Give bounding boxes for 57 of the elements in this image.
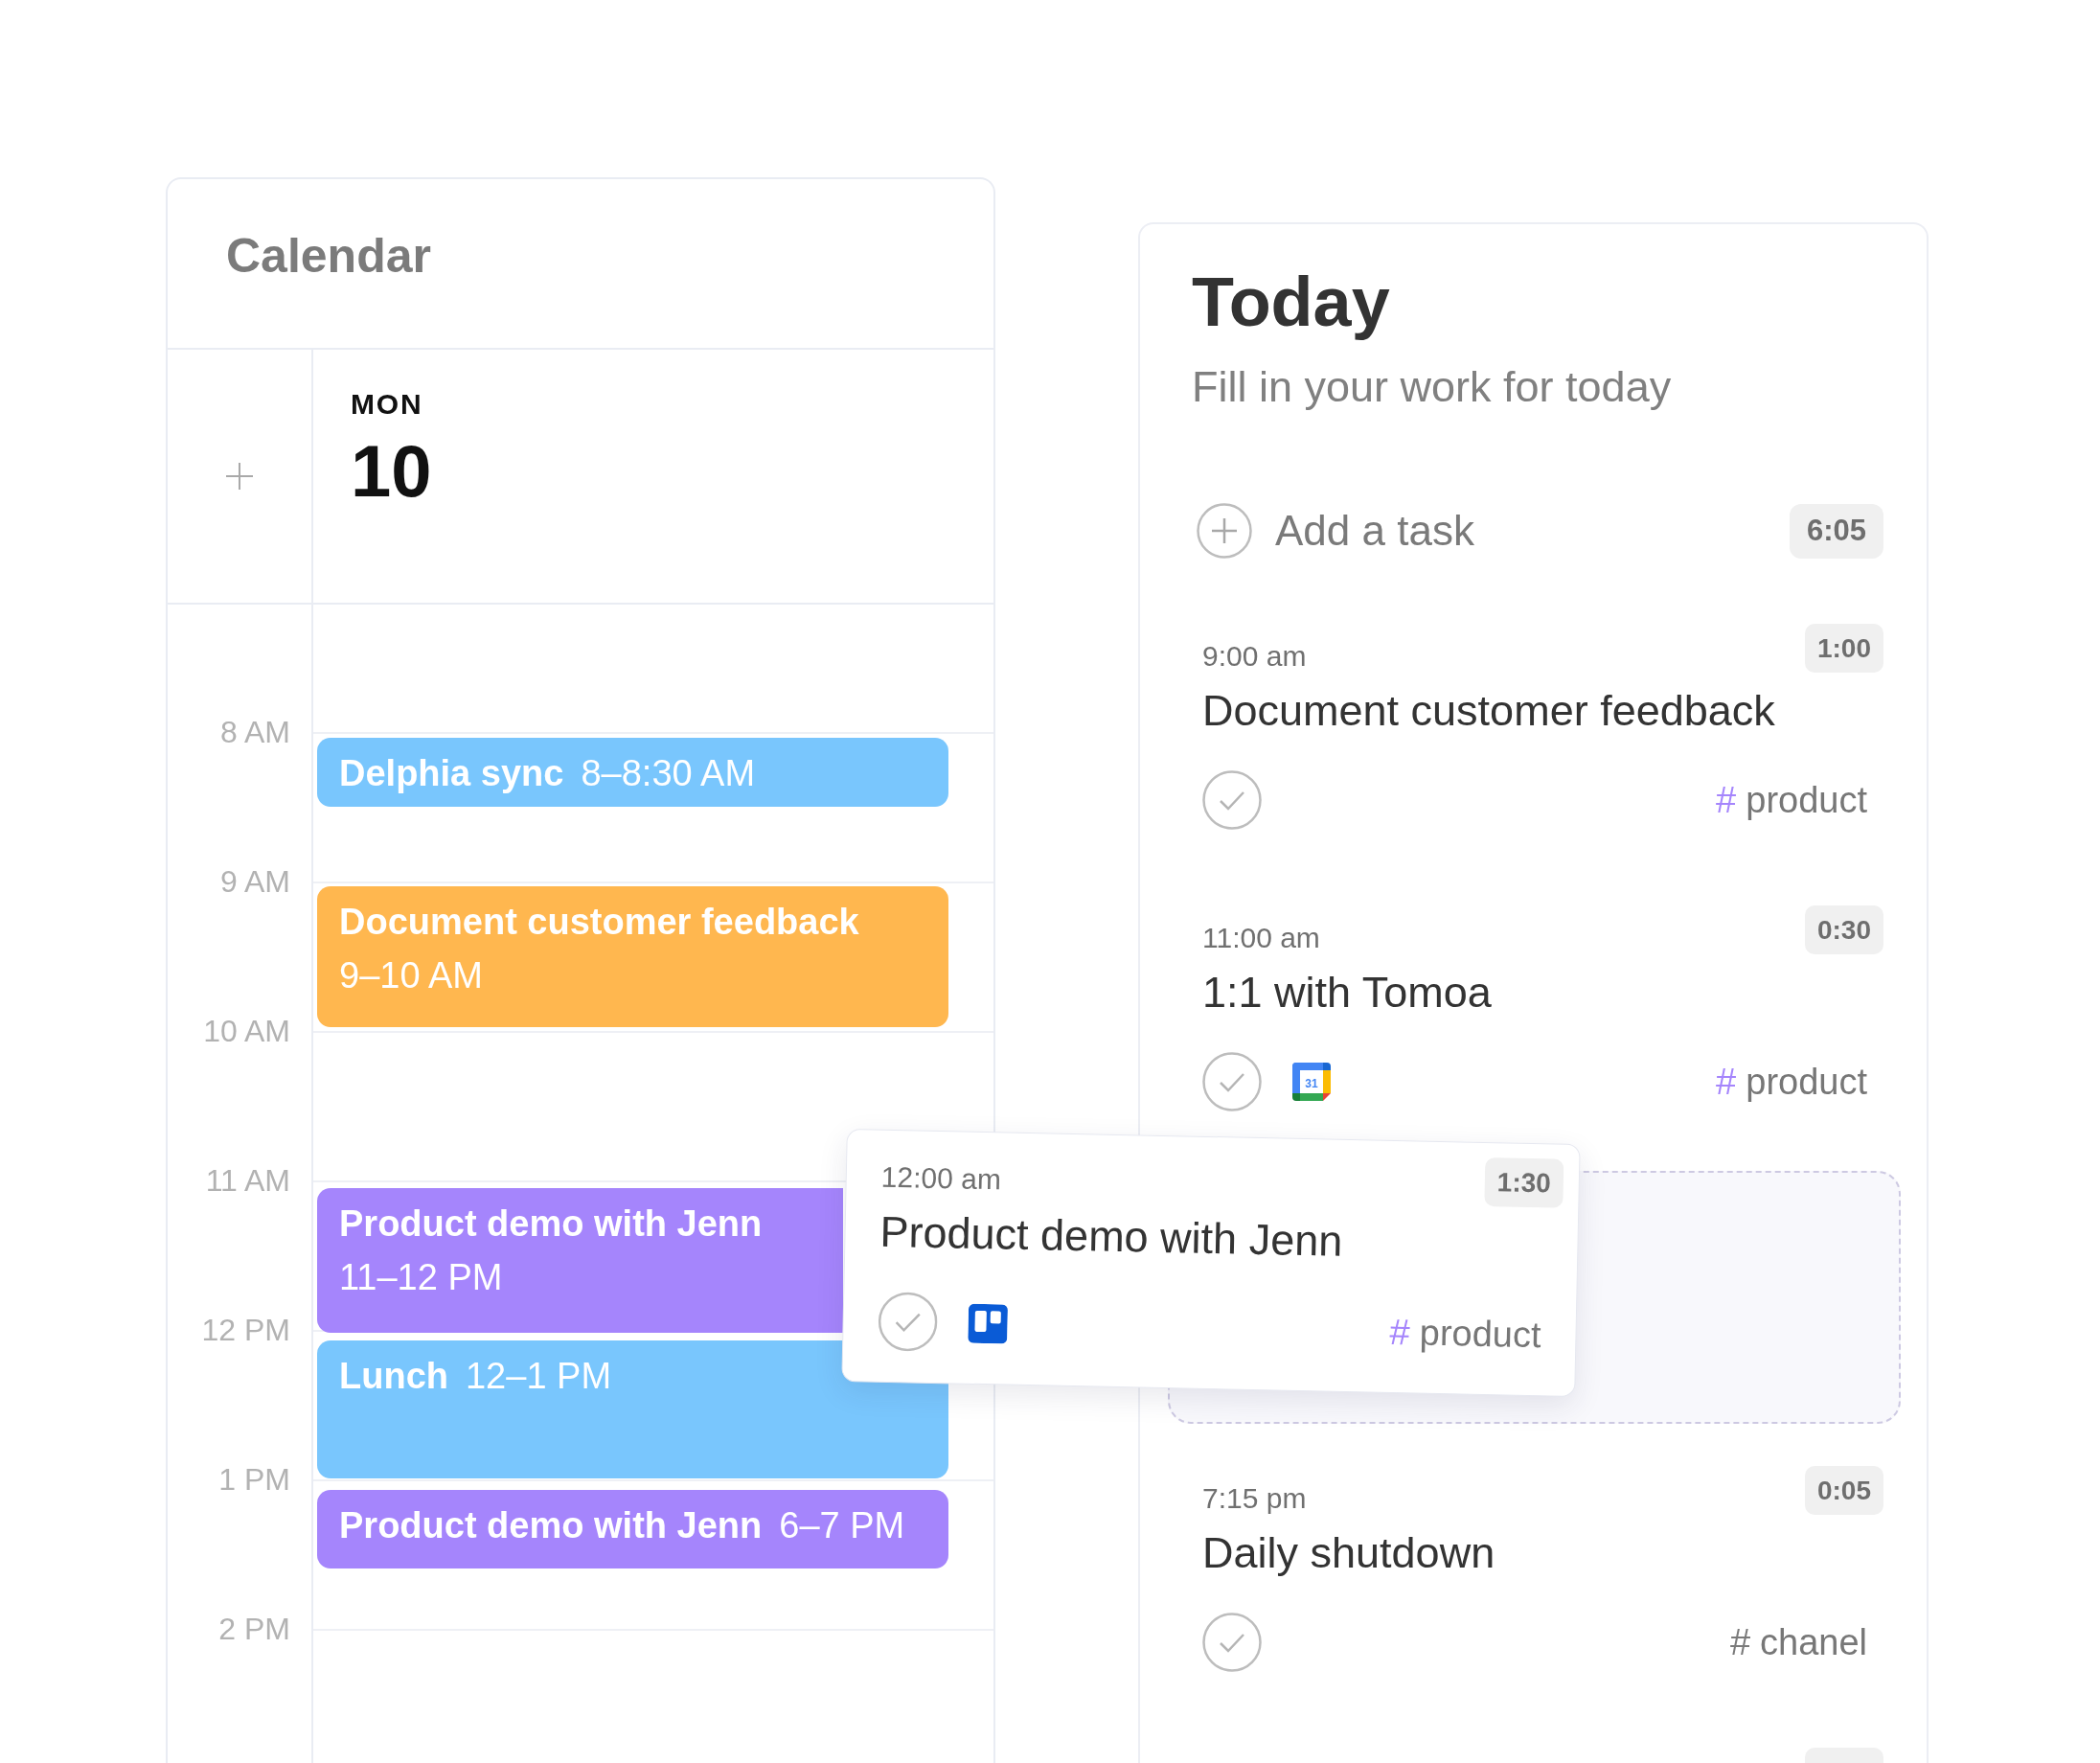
today-title: Today (1192, 263, 1391, 340)
complete-checkbox[interactable] (1202, 1052, 1262, 1111)
hash-symbol: # (1716, 1061, 1737, 1104)
hash-symbol: # (1729, 1621, 1750, 1664)
tag-label: product (1746, 1061, 1867, 1104)
event-title: Product demo with Jenn (339, 1504, 763, 1547)
event-title: Lunch (339, 1355, 448, 1398)
duration-badge: 1:30 (1484, 1156, 1564, 1208)
calendar-event[interactable]: Document customer feedback 9–10 AM (317, 886, 948, 1027)
task-title: 1:1 with Tomoa (1202, 967, 1493, 1019)
calendar-event[interactable]: Product demo with Jenn 6–7 PM (317, 1490, 948, 1568)
complete-checkbox[interactable] (1202, 1613, 1262, 1672)
event-time: 12–1 PM (466, 1355, 612, 1398)
event-time: 8–8:30 AM (581, 752, 756, 795)
calendar-event[interactable]: Delphia sync 8–8:30 AM (317, 738, 948, 807)
dragged-task-card[interactable]: 12:00 am 1:30 Product demo with Jenn # product (841, 1129, 1581, 1397)
task-time: 7:15 pm (1202, 1481, 1307, 1516)
task-time: 11:00 am (1202, 921, 1320, 955)
calendar-title: Calendar (226, 228, 432, 285)
task-title: Product demo with Jenn (879, 1205, 1344, 1268)
complete-checkbox[interactable] (878, 1291, 939, 1353)
date-number: 10 (351, 433, 432, 510)
event-time: 9–10 AM (339, 954, 483, 997)
add-task-button[interactable]: Add a task (1192, 503, 1474, 559)
plus-icon[interactable] (225, 462, 254, 491)
task-title: Daily shutdown (1202, 1527, 1496, 1579)
tag-label: product (1419, 1311, 1541, 1358)
total-duration-badge: 6:05 (1789, 503, 1883, 559)
board-icon (968, 1303, 1009, 1344)
event-title: Product demo with Jenn (339, 1202, 763, 1246)
today-subtitle: Fill in your work for today (1192, 362, 1673, 412)
duration-badge: 0:05 (1804, 1466, 1883, 1515)
event-time: 11–12 PM (339, 1256, 503, 1299)
hour-label: 12 PM (201, 1312, 290, 1349)
duration-badge: 0:30 (1804, 905, 1883, 954)
task-title: Document customer feedback (1202, 685, 1776, 737)
hash-symbol: # (1716, 779, 1737, 822)
tag-label: product (1746, 779, 1867, 822)
weekday-label: MON (351, 387, 423, 422)
hour-label: 8 AM (220, 714, 290, 751)
hour-label: 1 PM (218, 1461, 290, 1499)
event-title: Delphia sync (339, 752, 564, 795)
duration-badge: 1:00 (1804, 624, 1883, 673)
hash-symbol: # (1389, 1310, 1411, 1355)
tag-label: chanel (1760, 1621, 1867, 1664)
task-time: 9:00 am (1202, 639, 1307, 674)
calendar-event[interactable]: Lunch 12–1 PM (317, 1340, 948, 1478)
hour-label: 11 AM (205, 1162, 290, 1200)
hour-label: 2 PM (218, 1611, 290, 1648)
complete-checkbox[interactable] (1202, 770, 1262, 830)
event-time: 6–7 PM (779, 1504, 905, 1547)
plus-circle-icon (1197, 503, 1252, 559)
task-time: 12:00 am (880, 1159, 1002, 1198)
hour-label: 9 AM (220, 863, 290, 901)
hour-label: 10 AM (203, 1013, 290, 1050)
event-title: Document customer feedback (339, 901, 859, 944)
calendar-event[interactable]: Product demo with Jenn 11–12 PM (317, 1188, 843, 1333)
